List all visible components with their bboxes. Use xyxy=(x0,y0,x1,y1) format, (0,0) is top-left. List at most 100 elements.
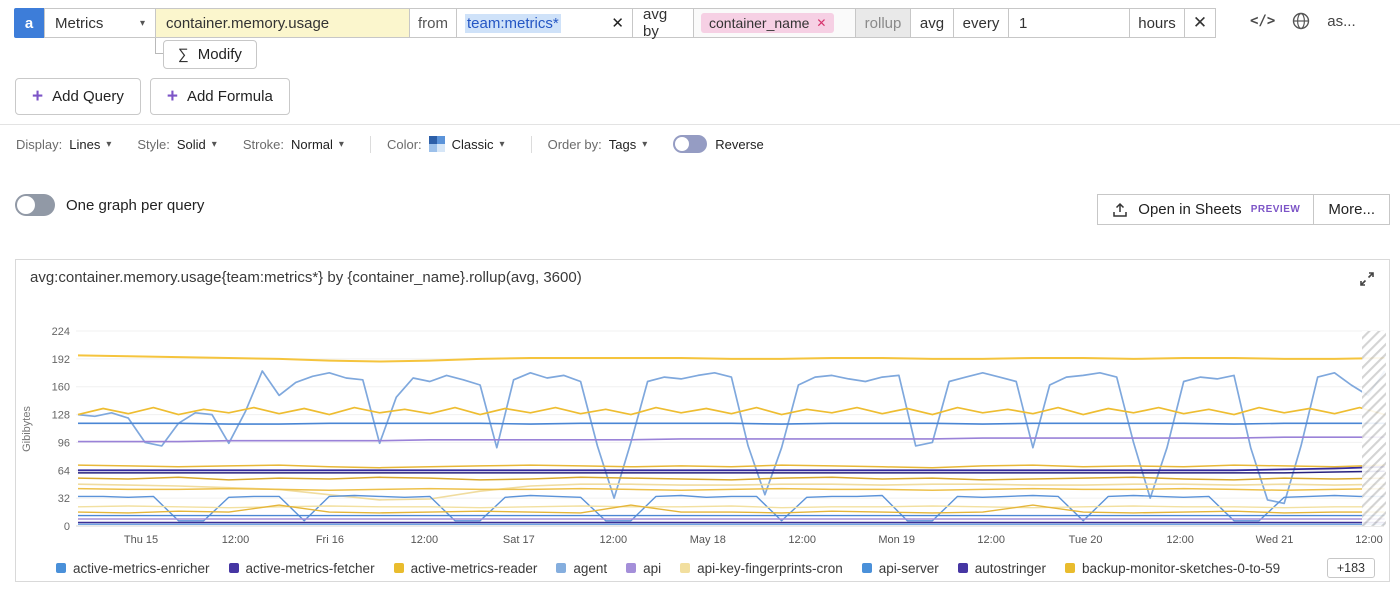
legend-swatch xyxy=(394,563,404,573)
metric-name-input[interactable]: container.memory.usage xyxy=(155,8,410,38)
remove-query-button[interactable]: ✕ xyxy=(1184,8,1216,38)
legend-label: api xyxy=(643,561,661,576)
svg-text:May 18: May 18 xyxy=(690,534,726,546)
open-in-sheets-button[interactable]: Open in Sheets PREVIEW xyxy=(1098,195,1313,224)
display-type-dropdown[interactable]: Lines ▾ xyxy=(69,137,111,152)
svg-text:Mon 19: Mon 19 xyxy=(878,534,915,546)
style-value: Solid xyxy=(177,137,206,152)
color-dropdown[interactable]: Classic ▾ xyxy=(452,137,505,152)
legend-label: active-metrics-fetcher xyxy=(246,561,375,576)
legend-overflow-badge[interactable]: +183 xyxy=(1327,558,1375,578)
order-by-label: Order by: xyxy=(548,137,602,152)
add-formula-label: Add Formula xyxy=(187,88,273,105)
legend-label: active-metrics-reader xyxy=(411,561,538,576)
timeseries-chart-card: avg:container.memory.usage{team:metrics*… xyxy=(15,259,1390,582)
legend-swatch xyxy=(556,563,566,573)
svg-text:Fri 16: Fri 16 xyxy=(316,534,344,546)
legend-swatch xyxy=(958,563,968,573)
svg-text:Wed 21: Wed 21 xyxy=(1256,534,1294,546)
metrics-explorer-page: a Metrics ▾ container.memory.usage from … xyxy=(0,0,1400,595)
order-by-dropdown[interactable]: Tags ▾ xyxy=(609,137,648,152)
stroke-label: Stroke: xyxy=(243,137,284,152)
add-query-button[interactable]: + Add Query xyxy=(15,78,141,115)
legend-label: active-metrics-enricher xyxy=(73,561,210,576)
legend-label: backup-monitor-sketches-0-to-59 xyxy=(1082,561,1280,576)
svg-text:128: 128 xyxy=(52,410,70,422)
group-by-input[interactable]: container_name ✕ xyxy=(693,8,856,38)
legend-item[interactable]: api-key-fingerprints-cron xyxy=(680,561,843,576)
plus-icon: + xyxy=(167,87,178,106)
legend-swatch xyxy=(626,563,636,573)
legend-item[interactable]: active-metrics-fetcher xyxy=(229,561,375,576)
group-by-tag-pill[interactable]: container_name ✕ xyxy=(701,13,834,33)
legend-label: api-server xyxy=(879,561,939,576)
more-button[interactable]: More... xyxy=(1313,195,1389,224)
one-graph-toggle[interactable] xyxy=(15,194,55,216)
rollup-unit-selector[interactable]: hours xyxy=(1129,8,1185,38)
upload-icon xyxy=(1111,201,1129,219)
avg-by-label: avg by xyxy=(632,8,694,38)
metrics-source-label: Metrics xyxy=(55,15,103,32)
export-actions-group: Open in Sheets PREVIEW More... xyxy=(1097,194,1390,225)
legend-swatch xyxy=(56,563,66,573)
expand-icon[interactable] xyxy=(1357,269,1377,289)
legend-item[interactable]: api xyxy=(626,561,661,576)
legend-swatch xyxy=(229,563,239,573)
scope-filter-value: team:metrics* xyxy=(465,14,561,33)
style-dropdown[interactable]: Solid ▾ xyxy=(177,137,217,152)
rollup-interval-input[interactable]: 1 xyxy=(1008,8,1130,38)
svg-text:12:00: 12:00 xyxy=(1355,534,1383,546)
clear-scope-icon[interactable]: ✕ xyxy=(611,14,624,32)
svg-text:96: 96 xyxy=(58,437,70,449)
legend-label: agent xyxy=(573,561,607,576)
svg-text:12:00: 12:00 xyxy=(222,534,250,546)
legend-item[interactable]: backup-monitor-sketches-0-to-59 xyxy=(1065,561,1280,576)
legend-items: active-metrics-enricher active-metrics-fe… xyxy=(56,561,1280,576)
svg-text:0: 0 xyxy=(64,521,70,533)
add-formula-button[interactable]: + Add Formula xyxy=(150,78,290,115)
add-query-label: Add Query xyxy=(52,88,124,105)
svg-text:160: 160 xyxy=(52,382,70,394)
svg-text:12:00: 12:00 xyxy=(788,534,816,546)
preview-badge: PREVIEW xyxy=(1251,204,1301,215)
rollup-function-selector[interactable]: avg xyxy=(910,8,954,38)
globe-icon[interactable] xyxy=(1291,11,1311,31)
legend-item[interactable]: agent xyxy=(556,561,607,576)
one-graph-label: One graph per query xyxy=(66,197,204,214)
vertical-divider xyxy=(531,136,532,153)
legend-item[interactable]: active-metrics-reader xyxy=(394,561,538,576)
legend-label: api-key-fingerprints-cron xyxy=(697,561,843,576)
chevron-down-icon: ▾ xyxy=(642,139,647,150)
open-in-sheets-label: Open in Sheets xyxy=(1138,201,1241,218)
legend-item[interactable]: api-server xyxy=(862,561,939,576)
sigma-icon: ∑ xyxy=(178,46,189,63)
chart-legend: active-metrics-enricher active-metrics-fe… xyxy=(56,556,1375,580)
legend-label: autostringer xyxy=(975,561,1046,576)
metrics-source-dropdown[interactable]: Metrics ▾ xyxy=(44,8,156,38)
legend-swatch xyxy=(1065,563,1075,573)
stroke-value: Normal xyxy=(291,137,333,152)
timeseries-plot[interactable]: 0326496128160192224Thu 1512:00Fri 1612:0… xyxy=(16,297,1389,549)
color-palette-icon xyxy=(429,136,445,152)
chevron-down-icon: ▾ xyxy=(140,18,145,29)
legend-item[interactable]: active-metrics-enricher xyxy=(56,561,210,576)
scope-filter-input[interactable]: team:metrics* ✕ xyxy=(456,8,633,38)
remove-tag-icon[interactable]: ✕ xyxy=(816,16,826,30)
code-view-icon[interactable]: </> xyxy=(1250,13,1275,29)
svg-text:224: 224 xyxy=(52,326,70,338)
svg-text:12:00: 12:00 xyxy=(1166,534,1194,546)
reverse-toggle[interactable] xyxy=(673,135,707,153)
from-label: from xyxy=(409,8,457,38)
legend-item[interactable]: autostringer xyxy=(958,561,1046,576)
display-label: Display: xyxy=(16,137,62,152)
toggle-knob xyxy=(17,196,35,214)
chevron-down-icon: ▾ xyxy=(339,139,344,150)
vertical-divider xyxy=(370,136,371,153)
svg-text:12:00: 12:00 xyxy=(411,534,439,546)
stroke-dropdown[interactable]: Normal ▾ xyxy=(291,137,344,152)
query-modify-connector xyxy=(155,38,163,54)
display-options-row: Display: Lines ▾ Style: Solid ▾ Stroke: … xyxy=(16,131,764,157)
chevron-down-icon: ▾ xyxy=(500,139,505,150)
modify-button[interactable]: ∑ Modify xyxy=(163,40,257,69)
display-type-value: Lines xyxy=(69,137,100,152)
